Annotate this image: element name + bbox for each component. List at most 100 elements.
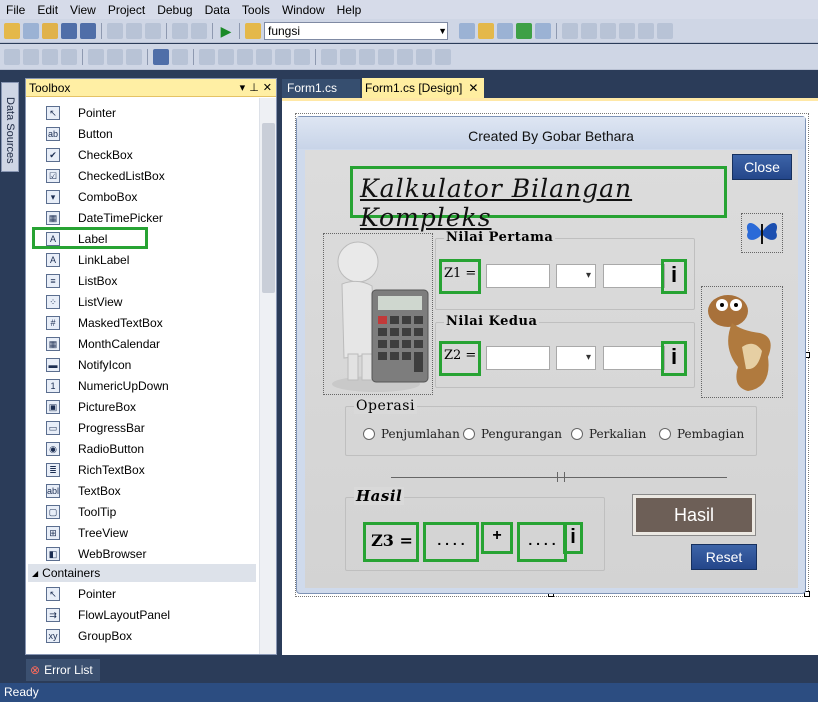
radio-pembagian[interactable]: Pembagian [659, 427, 744, 441]
bookmark-icon[interactable] [126, 48, 142, 65]
find-in-files-icon[interactable] [245, 22, 261, 39]
menu-data[interactable]: Data [199, 3, 236, 17]
indent-icon[interactable] [42, 48, 58, 65]
align-tops-icon[interactable] [378, 48, 394, 65]
toolbox-item[interactable]: xy GroupBox [26, 625, 258, 646]
menu-file[interactable]: File [0, 3, 31, 17]
align-bottom-icon[interactable] [359, 48, 375, 65]
close-icon[interactable]: ✕ [263, 81, 272, 94]
toolbox-item[interactable]: ▦ DateTimePicker [26, 207, 258, 228]
save-icon[interactable] [61, 22, 77, 39]
toolbox-item[interactable]: ☑ CheckedListBox [26, 165, 258, 186]
align-center-icon[interactable] [600, 22, 616, 39]
comment-icon[interactable] [88, 48, 104, 65]
center-vertically-icon[interactable] [340, 48, 356, 65]
tab-form1-code[interactable]: Form1.cs [282, 79, 360, 98]
send-back-icon[interactable] [23, 48, 39, 65]
paste-icon[interactable] [145, 22, 161, 39]
same-width-icon[interactable] [237, 48, 253, 65]
toolbox-item[interactable]: A LinkLabel [26, 249, 258, 270]
z2-real-input[interactable] [486, 346, 550, 370]
same-height-icon[interactable] [256, 48, 272, 65]
tab-form1-design[interactable]: Form1.cs [Design] ✕ [362, 78, 484, 98]
menu-tools[interactable]: Tools [236, 3, 276, 17]
toolbox-item[interactable]: # MaskedTextBox [26, 312, 258, 333]
new-project-icon[interactable] [4, 22, 20, 39]
toolbox-item[interactable]: ▣ PictureBox [26, 396, 258, 417]
redo-icon[interactable] [191, 22, 207, 39]
menu-project[interactable]: Project [102, 3, 151, 17]
object-browser-icon[interactable] [497, 22, 513, 39]
open-icon[interactable] [42, 22, 58, 39]
toolbox-item[interactable]: ⇉ FlowLayoutPanel [26, 604, 258, 625]
pin-icon[interactable]: ⊥ [249, 81, 259, 94]
toolbox-icon[interactable] [516, 22, 532, 39]
hspace-icon[interactable] [199, 48, 215, 65]
toolbox-item[interactable]: ≣ RichTextBox [26, 459, 258, 480]
data-sources-tab[interactable]: Data Sources [1, 82, 19, 172]
start-debugging-icon[interactable]: ▶ [218, 22, 234, 39]
toolbox-item[interactable]: abl TextBox [26, 480, 258, 501]
bring-front-icon[interactable] [4, 48, 20, 65]
toolbox-item[interactable]: ab Button [26, 123, 258, 144]
toolbox-item[interactable]: ◉ RadioButton [26, 438, 258, 459]
toolbox-item[interactable]: ▦ MonthCalendar [26, 333, 258, 354]
add-item-icon[interactable] [23, 22, 39, 39]
start-page-icon[interactable] [535, 22, 551, 39]
menu-view[interactable]: View [64, 3, 102, 17]
cut-icon[interactable] [107, 22, 123, 39]
uncomment-icon[interactable] [107, 48, 123, 65]
z1-imag-input[interactable] [603, 264, 665, 288]
error-list-tab[interactable]: ⊗ Error List [26, 659, 100, 681]
radio-penjumlahan[interactable]: Penjumlahan [363, 427, 460, 441]
align-grid-icon[interactable] [562, 22, 578, 39]
toolbox-item[interactable]: ⁘ ListView [26, 291, 258, 312]
close-button[interactable]: Close [732, 154, 792, 180]
toolbox-item[interactable]: ≡ ListBox [26, 270, 258, 291]
vspace-icon[interactable] [218, 48, 234, 65]
menu-debug[interactable]: Debug [151, 3, 198, 17]
toolbox-item[interactable]: ▭ ProgressBar [26, 417, 258, 438]
help-icon[interactable] [435, 48, 451, 65]
menu-help[interactable]: Help [331, 3, 368, 17]
close-tab-icon[interactable]: ✕ [468, 81, 478, 95]
outdent-icon[interactable] [61, 48, 77, 65]
size-grid-icon[interactable] [294, 48, 310, 65]
toolbox-item[interactable]: ▬ NotifyIcon [26, 354, 258, 375]
scrollbar-thumb[interactable] [262, 123, 275, 293]
copy-icon[interactable] [126, 22, 142, 39]
z1-sign-combo[interactable]: ▾ [556, 264, 596, 288]
menu-edit[interactable]: Edit [31, 3, 64, 17]
hasil-button[interactable]: Hasil [633, 495, 755, 535]
toolbox-scrollbar[interactable] [259, 98, 276, 654]
solution-explorer-icon[interactable] [459, 22, 475, 39]
center-horizontally-icon[interactable] [321, 48, 337, 65]
toolbox-item[interactable]: ⊞ TreeView [26, 522, 258, 543]
tab-order-icon[interactable] [153, 48, 169, 65]
toolbox-item[interactable]: ▾ ComboBox [26, 186, 258, 207]
menu-window[interactable]: Window [276, 3, 331, 17]
z2-imag-input[interactable] [603, 346, 665, 370]
z2-sign-combo[interactable]: ▾ [556, 346, 596, 370]
align-right-icon[interactable] [619, 22, 635, 39]
undo-icon[interactable] [172, 22, 188, 39]
spacing-icon[interactable] [397, 48, 413, 65]
properties-icon[interactable] [478, 22, 494, 39]
toolbox-item[interactable]: ▢ ToolTip [26, 501, 258, 522]
containers-section-header[interactable]: ◢ Containers [28, 564, 256, 582]
toolbox-item[interactable]: 1 NumericUpDown [26, 375, 258, 396]
z1-real-input[interactable] [486, 264, 550, 288]
radio-pengurangan[interactable]: Pengurangan [463, 427, 562, 441]
format-icon[interactable] [416, 48, 432, 65]
align-top-icon[interactable] [638, 22, 654, 39]
find-combo[interactable]: fungsi ▼ [264, 21, 448, 40]
align-middle-icon[interactable] [657, 22, 673, 39]
align-left-icon[interactable] [581, 22, 597, 39]
save-all-icon[interactable] [80, 22, 96, 39]
toolbox-item[interactable]: ↖ Pointer [26, 102, 258, 123]
toolbox-item[interactable]: ↖ Pointer [26, 583, 258, 604]
same-size-icon[interactable] [275, 48, 291, 65]
toolbox-item[interactable]: ◧ WebBrowser [26, 543, 258, 564]
reset-button[interactable]: Reset [691, 544, 757, 570]
toolbox-item[interactable]: ✔ CheckBox [26, 144, 258, 165]
